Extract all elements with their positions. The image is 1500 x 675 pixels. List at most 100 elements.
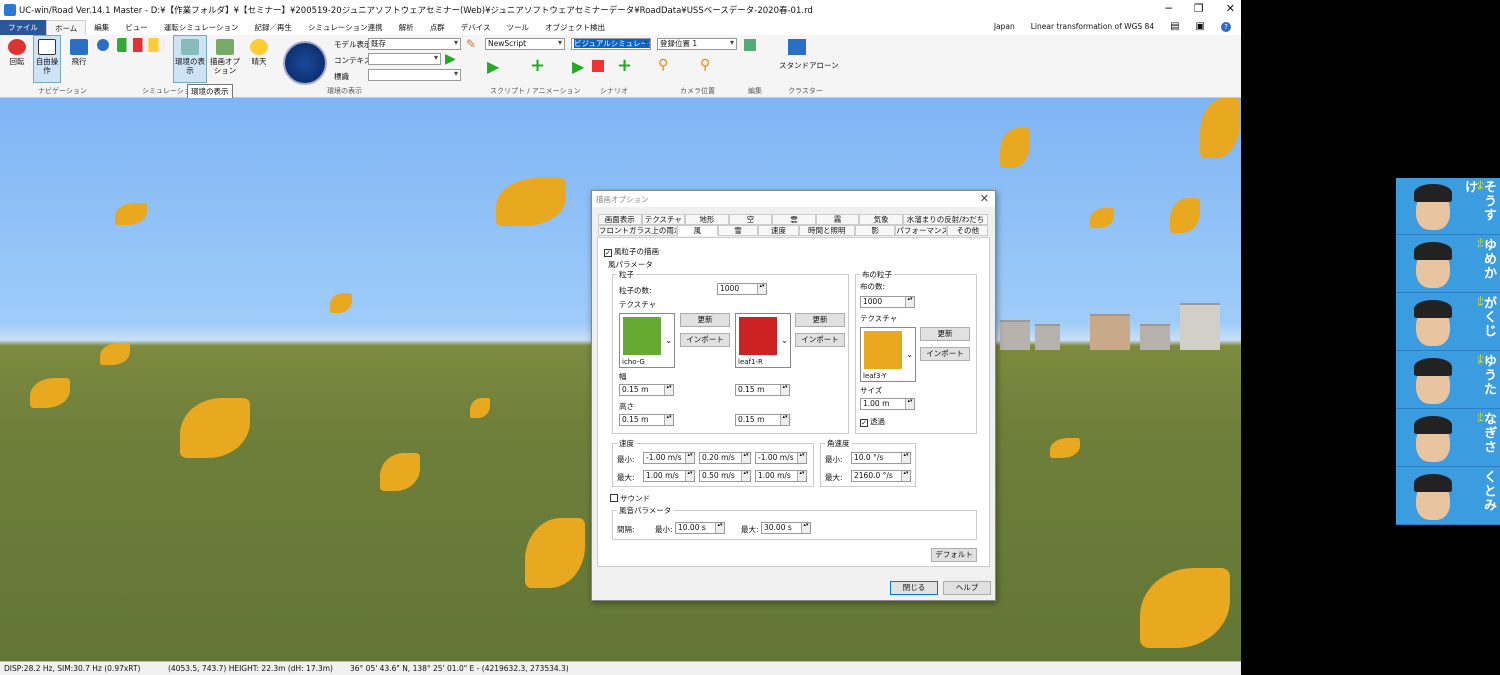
edit-icon[interactable] — [744, 39, 756, 51]
stop-icon[interactable] — [592, 60, 604, 72]
marker-select[interactable] — [368, 69, 461, 81]
sound-checkbox[interactable]: サウンド — [610, 493, 650, 504]
context-select[interactable] — [368, 53, 441, 65]
wind-particles-checkbox[interactable]: ✓ 風粒子の描画 — [604, 246, 659, 257]
cloth-size-input[interactable]: 1.00 m — [860, 398, 915, 410]
free-op-button[interactable]: 自由操作 — [33, 35, 61, 83]
help-icon[interactable]: ? — [1221, 21, 1231, 32]
vel-min-x[interactable]: -1.00 m/s — [643, 452, 695, 464]
restore-icon[interactable]: ❐ — [1194, 2, 1204, 15]
tab-snow[interactable]: 雪 — [717, 225, 759, 236]
sound-max-input[interactable]: 30.00 s — [761, 522, 811, 534]
close-icon[interactable]: ✕ — [1226, 2, 1235, 15]
vel-min-y[interactable]: 0.20 m/s — [699, 452, 751, 464]
env-display-button[interactable]: 環境の表示 — [173, 35, 207, 83]
rotate-button[interactable]: 回転 — [4, 39, 30, 66]
default-button[interactable]: デフォルト — [931, 548, 977, 562]
tab-sky[interactable]: 空 — [728, 214, 773, 225]
tab-other[interactable]: その他 — [947, 225, 989, 236]
draw-option-button[interactable]: 描画オプション — [210, 39, 240, 75]
angular-min-input[interactable]: 10.0 °/s — [851, 452, 911, 464]
save-icon[interactable]: ▣ — [1196, 21, 1205, 32]
update-button-3[interactable]: 更新 — [920, 327, 970, 341]
tab-time-light[interactable]: 時間と照明 — [798, 225, 855, 236]
scenario-select[interactable]: ビジュアルシミュレーション — [571, 38, 651, 50]
vel-min-z[interactable]: -1.00 m/s — [755, 452, 807, 464]
import-button-3[interactable]: インポート — [920, 347, 970, 361]
tab-puddle[interactable]: 水溜まりの反射/わだち — [902, 214, 989, 225]
tab-device[interactable]: デバイス — [453, 20, 499, 35]
camera-select[interactable]: 登録位置 1 — [657, 38, 737, 50]
texture-leaf1-picker[interactable]: ⌄ leaf1-R — [735, 313, 791, 368]
transparent-checkbox[interactable]: ✓ 透過 — [860, 416, 885, 427]
participant-tile: 小6 ゆうた — [1396, 352, 1500, 409]
vel-max-x[interactable]: 1.00 m/s — [643, 470, 695, 482]
scenario-add-icon[interactable]: + — [617, 55, 632, 76]
tab-view[interactable]: ビュー — [117, 20, 156, 35]
sim-controls[interactable] — [115, 38, 167, 54]
tab-weather[interactable]: 気象 — [859, 214, 903, 225]
tab-windshield-rain[interactable]: フロントガラス上の雨水 — [598, 225, 678, 236]
dialog-close-icon[interactable]: ✕ — [980, 192, 989, 205]
scenario-play-icon[interactable]: ▶ — [572, 57, 584, 76]
building — [1180, 303, 1220, 350]
tab-drive-sim[interactable]: 運転シミュレーション — [156, 20, 247, 35]
import-button-2[interactable]: インポート — [795, 333, 845, 347]
vel-max-z[interactable]: 1.00 m/s — [755, 470, 807, 482]
vel-max-y[interactable]: 0.50 m/s — [699, 470, 751, 482]
play-icon[interactable]: ▶ — [445, 51, 456, 67]
tab-edit[interactable]: 編集 — [86, 20, 117, 35]
tab-pointcloud[interactable]: 点群 — [422, 20, 453, 35]
tab-terrain[interactable]: 地形 — [685, 214, 729, 225]
group-script: スクリプト / アニメーション — [490, 87, 581, 95]
status-position: (4053.5, 743.7) HEIGHT: 22.3m (dH: 17.3m… — [168, 664, 333, 673]
tab-sim-link[interactable]: シミュレーション連携 — [300, 20, 391, 35]
texture-leaf3-picker[interactable]: ⌄ leaf3-Y — [860, 327, 916, 382]
tab-file[interactable]: ファイル — [0, 20, 46, 35]
tab-analysis[interactable]: 解析 — [391, 20, 422, 35]
particle-count-input[interactable]: 1000 — [717, 283, 767, 295]
cloth-count-input[interactable]: 1000 — [860, 296, 915, 308]
tab-home[interactable]: ホーム — [46, 20, 87, 35]
fly-button[interactable]: 飛行 — [66, 39, 92, 66]
update-button-2[interactable]: 更新 — [795, 313, 845, 327]
tab-speed[interactable]: 速度 — [758, 225, 799, 236]
chat-icon[interactable]: ▤ — [1170, 21, 1179, 32]
tab-performance[interactable]: パフォーマンス — [895, 225, 948, 236]
cursor-icon — [38, 39, 56, 55]
pencil-icon[interactable]: ✎ — [466, 37, 476, 51]
weather-button[interactable]: 晴天 — [246, 39, 272, 66]
tab-object-detect[interactable]: オブジェクト検出 — [537, 20, 613, 35]
clock-icon[interactable] — [283, 41, 327, 85]
sound-min-input[interactable]: 10.00 s — [675, 522, 725, 534]
width-input-2[interactable]: 0.15 m — [735, 384, 790, 396]
tab-shadow[interactable]: 影 — [854, 225, 896, 236]
minimize-icon[interactable]: ─ — [1165, 2, 1172, 15]
tab-fog[interactable]: 霧 — [815, 214, 860, 225]
help-button[interactable]: ヘルプ — [943, 581, 991, 595]
plane-icon — [70, 39, 88, 55]
script-play-icon[interactable]: ▶ — [487, 57, 499, 76]
texture-icho-picker[interactable]: ⌄ icho-G — [619, 313, 675, 368]
angular-max-input[interactable]: 2160.0 °/s — [851, 470, 911, 482]
script-add-icon[interactable]: + — [530, 55, 545, 76]
settings-button[interactable] — [96, 39, 110, 53]
model-display-select[interactable]: 既存 — [368, 38, 461, 50]
tab-screen[interactable]: 画面表示 — [598, 214, 642, 225]
update-button-1[interactable]: 更新 — [680, 313, 730, 327]
status-bar: DISP:28.2 Hz, SIM:30.7 Hz (0.97xRT) (405… — [0, 661, 1241, 675]
tab-wind[interactable]: 風 — [677, 225, 718, 236]
tab-tools[interactable]: ツール — [498, 20, 537, 35]
close-button[interactable]: 閉じる — [890, 581, 938, 595]
tab-record[interactable]: 記録／再生 — [246, 20, 300, 35]
import-button-1[interactable]: インポート — [680, 333, 730, 347]
camera-pin-icon[interactable]: ⚲ — [658, 57, 668, 73]
height-input-1[interactable]: 0.15 m — [619, 414, 674, 426]
tab-cloud[interactable]: 雲 — [772, 214, 816, 225]
width-input-1[interactable]: 0.15 m — [619, 384, 674, 396]
height-input-2[interactable]: 0.15 m — [735, 414, 790, 426]
tab-texture[interactable]: テクスチャ — [641, 214, 686, 225]
camera-add-pin-icon[interactable]: ⚲ — [700, 57, 710, 73]
cluster-icon[interactable] — [788, 39, 806, 55]
script-select[interactable]: NewScript — [485, 38, 565, 50]
